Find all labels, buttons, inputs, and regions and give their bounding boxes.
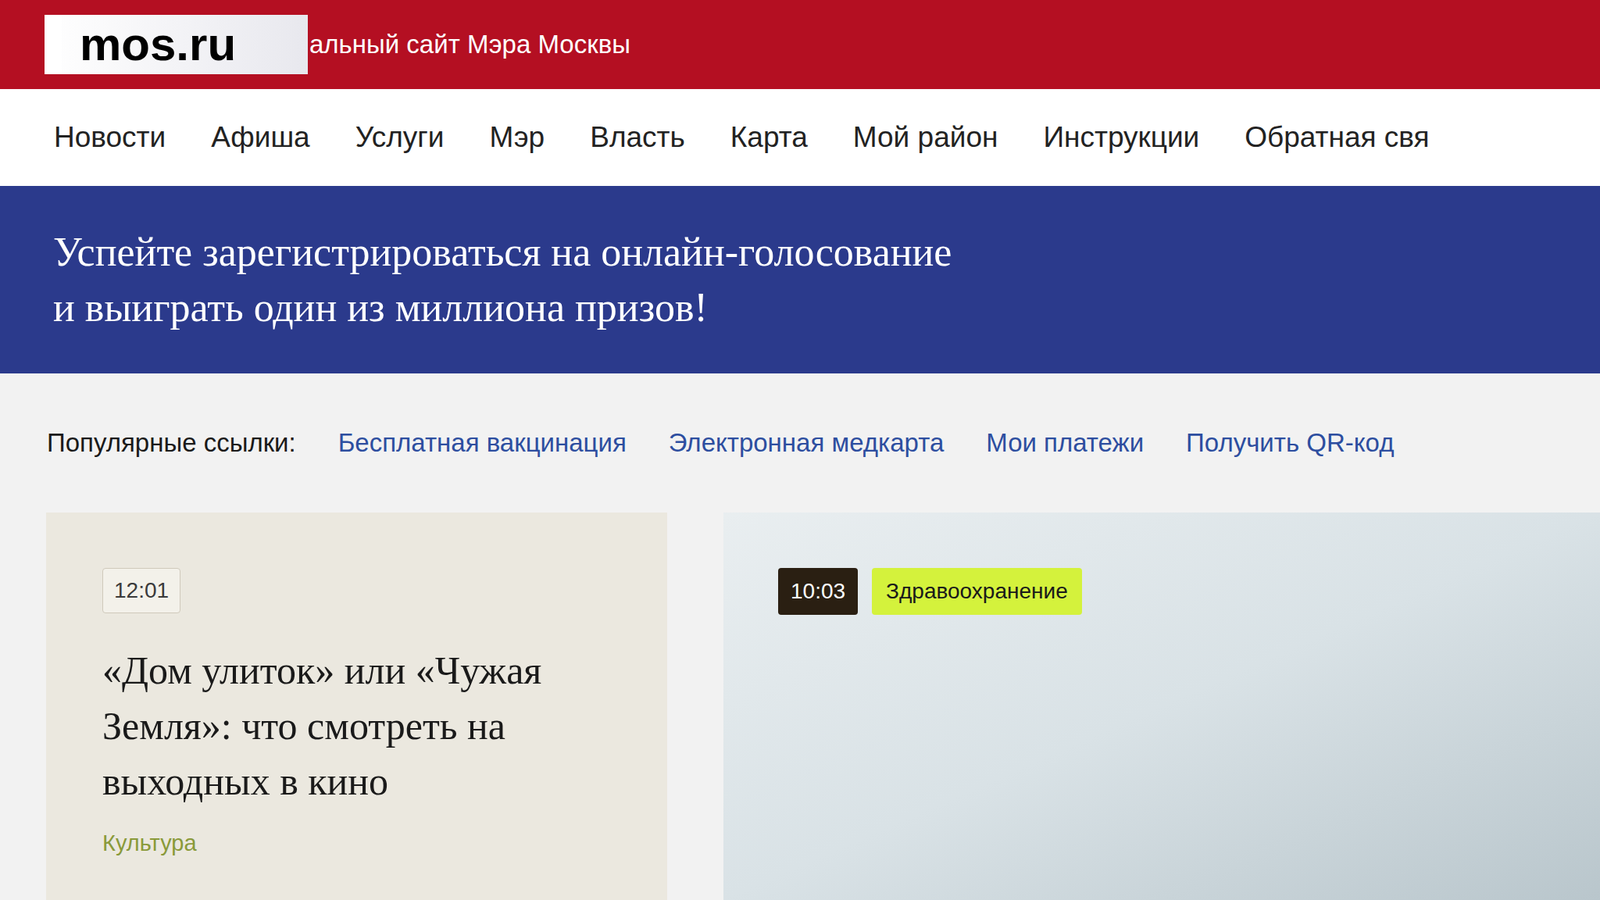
popular-link[interactable]: Мои платежи <box>985 423 1144 463</box>
nav-item[interactable]: Мой район <box>853 115 999 160</box>
category-badge[interactable]: Здравоохранение <box>871 567 1083 615</box>
news-photo-card[interactable]: 10:03 Здравоохранение <box>723 512 1600 900</box>
nav-item[interactable]: Обратная свя <box>1244 115 1429 160</box>
nav-item[interactable]: Карта <box>730 115 808 160</box>
nav-item[interactable]: Мэр <box>489 115 546 160</box>
popular-link[interactable]: Бесплатная вакцинация <box>338 423 627 463</box>
popular-link[interactable]: Электронная медкарта <box>668 423 945 463</box>
popular-label: Популярные ссылки: <box>46 423 297 463</box>
nav-item[interactable]: Инструкции <box>1042 115 1200 160</box>
site-tagline: альный сайт Мэра Москвы <box>309 25 631 65</box>
news-category[interactable]: Культура <box>102 826 621 861</box>
nav-item[interactable]: Новости <box>53 115 166 160</box>
nav-item[interactable]: Услуги <box>355 115 445 160</box>
time-badge: 12:01 <box>102 567 181 614</box>
top-bar: mos.ruальный сайт Мэра Москвы <box>0 0 1600 90</box>
logo[interactable]: mos.ru <box>44 14 308 75</box>
nav-item[interactable]: Власть <box>589 115 686 160</box>
news-card[interactable]: 12:01 «Дом улиток» или «Чужая Земля»: что… <box>46 512 668 900</box>
news-title[interactable]: «Дом улиток» или «Чужая Земля»: что смот… <box>102 642 621 810</box>
popular-links: Популярные ссылки: Бесплатная вакцинация Э… <box>0 373 1600 513</box>
vote-banner[interactable]: Успейте зарегистрироваться на онлайн-гол… <box>0 185 1600 374</box>
time-badge: 10:03 <box>778 567 858 615</box>
page: mos.ruальный сайт Мэра Москвы Новости Афиш… <box>0 0 1600 900</box>
news-row: 12:01 «Дом улиток» или «Чужая Земля»: что… <box>0 512 1600 900</box>
nav-item[interactable]: Афиша <box>210 115 310 160</box>
main-nav: Новости Афиша Услуги Мэр Власть Карта Мой райо… <box>0 89 1600 186</box>
popular-link[interactable]: Получить QR-код <box>1185 423 1394 463</box>
